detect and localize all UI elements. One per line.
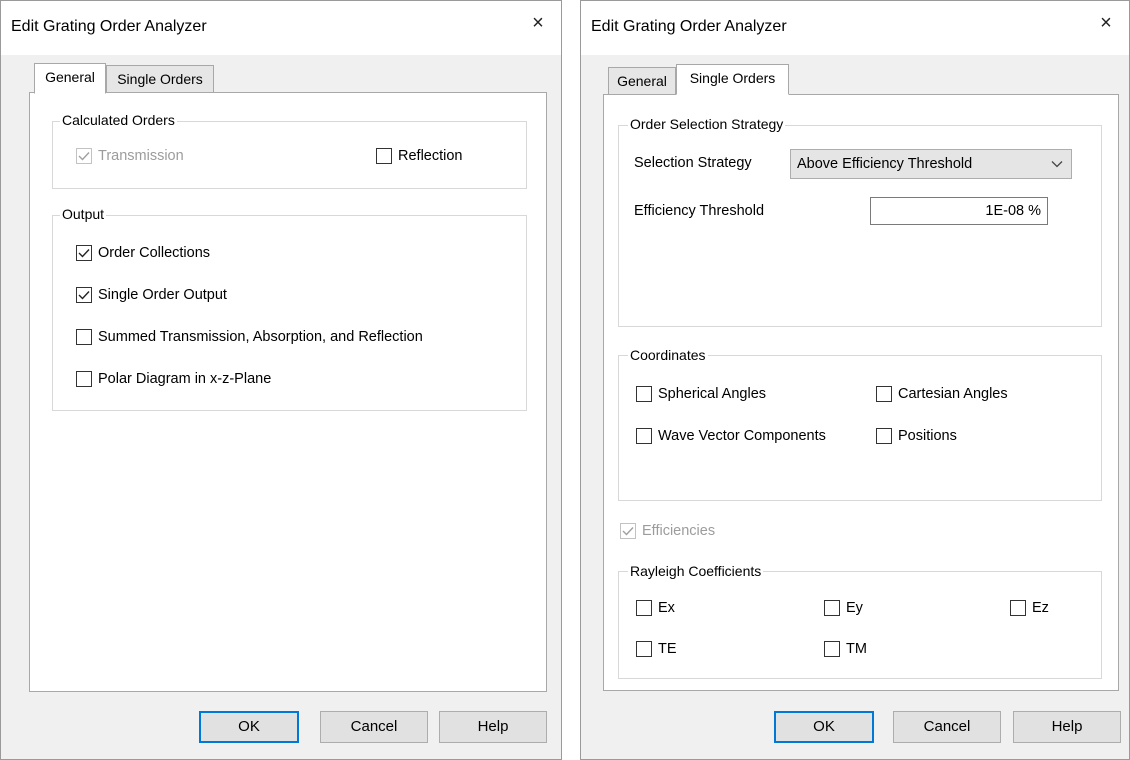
cancel-button[interactable]: Cancel [893, 711, 1001, 743]
calculated-orders-label: Calculated Orders [60, 111, 177, 129]
te-label: TE [658, 641, 677, 657]
efficiencies-label: Efficiencies [642, 523, 716, 539]
rayleigh-coefficients-group [618, 571, 1102, 679]
checkbox-check-icon [76, 287, 92, 303]
summed-output-checkbox[interactable]: Summed Transmission, Absorption, and Ref… [76, 329, 423, 345]
positions-checkbox[interactable]: Positions [876, 428, 957, 444]
title-bar[interactable]: Edit Grating Order Analyzer × [581, 1, 1129, 55]
checkbox-box-icon [636, 386, 652, 402]
edit-grating-order-analyzer-dialog-single-orders: Edit Grating Order Analyzer × General Si… [580, 0, 1130, 760]
checkbox-box-icon [76, 371, 92, 387]
selection-strategy-value: Above Efficiency Threshold [797, 156, 973, 172]
tab-single-orders[interactable]: Single Orders [106, 65, 214, 93]
checkbox-box-icon [76, 329, 92, 345]
cancel-button[interactable]: Cancel [320, 711, 428, 743]
ex-checkbox[interactable]: Ex [636, 600, 675, 616]
dialog-title: Edit Grating Order Analyzer [11, 18, 207, 35]
tab-general[interactable]: General [608, 67, 676, 95]
checkbox-box-icon [636, 641, 652, 657]
tab-panel-single-orders: Order Selection Strategy Selection Strat… [603, 94, 1119, 691]
ex-label: Ex [658, 600, 675, 616]
checkbox-box-icon [1010, 600, 1026, 616]
order-selection-label: Order Selection Strategy [628, 115, 786, 133]
order-collections-label: Order Collections [98, 245, 211, 261]
checkbox-box-icon [636, 600, 652, 616]
checkbox-box-icon [824, 600, 840, 616]
wave-vector-components-label: Wave Vector Components [658, 428, 826, 444]
cartesian-angles-checkbox[interactable]: Cartesian Angles [876, 386, 1008, 402]
chevron-down-icon [1051, 150, 1063, 178]
transmission-label: Transmission [98, 148, 184, 164]
help-button[interactable]: Help [1013, 711, 1121, 743]
tab-panel-general: Calculated Orders Transmission Reflectio… [29, 92, 547, 692]
efficiency-threshold-label: Efficiency Threshold [634, 203, 765, 219]
positions-label: Positions [898, 428, 957, 444]
checkbox-check-icon [76, 245, 92, 261]
polar-diagram-checkbox[interactable]: Polar Diagram in x-z-Plane [76, 371, 271, 387]
tm-checkbox[interactable]: TM [824, 641, 867, 657]
ey-label: Ey [846, 600, 863, 616]
summed-output-label: Summed Transmission, Absorption, and Ref… [98, 329, 423, 345]
reflection-checkbox[interactable]: Reflection [376, 148, 462, 164]
ok-button[interactable]: OK [199, 711, 299, 743]
transmission-checkbox[interactable]: Transmission [76, 148, 184, 164]
checkbox-box-icon [824, 641, 840, 657]
checkbox-box-icon [876, 428, 892, 444]
checkbox-check-icon [620, 523, 636, 539]
ey-checkbox[interactable]: Ey [824, 600, 863, 616]
title-bar[interactable]: Edit Grating Order Analyzer × [1, 1, 561, 55]
wave-vector-components-checkbox[interactable]: Wave Vector Components [636, 428, 826, 444]
tab-general[interactable]: General [34, 63, 106, 94]
checkbox-box-icon [376, 148, 392, 164]
close-icon[interactable]: × [527, 12, 549, 34]
edit-grating-order-analyzer-dialog-general: Edit Grating Order Analyzer × General Si… [0, 0, 562, 760]
reflection-label: Reflection [398, 148, 463, 164]
single-order-output-checkbox[interactable]: Single Order Output [76, 287, 227, 303]
efficiency-threshold-input[interactable]: 1E-08 % [870, 197, 1048, 225]
spherical-angles-label: Spherical Angles [658, 386, 767, 402]
output-label: Output [60, 205, 107, 223]
ok-button[interactable]: OK [774, 711, 874, 743]
coordinates-label: Coordinates [628, 346, 708, 364]
efficiencies-checkbox[interactable]: Efficiencies [620, 523, 715, 539]
tab-single-orders[interactable]: Single Orders [676, 64, 789, 95]
dialog-title: Edit Grating Order Analyzer [591, 18, 787, 35]
checkbox-box-icon [636, 428, 652, 444]
ez-checkbox[interactable]: Ez [1010, 600, 1049, 616]
spherical-angles-checkbox[interactable]: Spherical Angles [636, 386, 766, 402]
order-collections-checkbox[interactable]: Order Collections [76, 245, 210, 261]
checkbox-box-icon [876, 386, 892, 402]
close-icon[interactable]: × [1095, 12, 1117, 34]
rayleigh-coefficients-label: Rayleigh Coefficients [628, 562, 764, 580]
cartesian-angles-label: Cartesian Angles [898, 386, 1008, 402]
checkbox-check-icon [76, 148, 92, 164]
ez-label: Ez [1032, 600, 1049, 616]
help-button[interactable]: Help [439, 711, 547, 743]
te-checkbox[interactable]: TE [636, 641, 677, 657]
selection-strategy-label: Selection Strategy [634, 155, 752, 171]
tm-label: TM [846, 641, 867, 657]
selection-strategy-dropdown[interactable]: Above Efficiency Threshold [790, 149, 1072, 179]
single-order-output-label: Single Order Output [98, 287, 227, 303]
polar-diagram-label: Polar Diagram in x-z-Plane [98, 371, 272, 387]
